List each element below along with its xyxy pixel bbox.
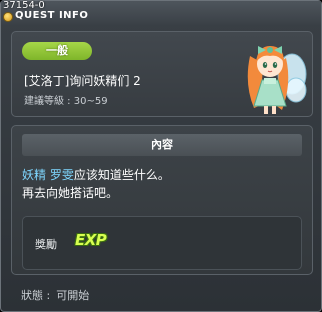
status-value: 可開始 <box>56 289 90 302</box>
quest-summary-panel: 一般 [艾洛丁]询问妖精们 2 建議等級 : 30~59 <box>11 31 313 117</box>
quest-info-window: 37154-0 QUEST INFO 一般 [艾洛丁]询问妖精们 2 建議等級 … <box>0 0 322 312</box>
quest-name: [艾洛丁]询问妖精们 2 <box>24 74 141 88</box>
description-line-1: 妖精 罗雯应该知道些什么。 <box>22 166 302 184</box>
description-line-1-text: 应该知道些什么。 <box>73 168 170 182</box>
status-label: 狀態 : <box>21 289 51 302</box>
quest-grade-badge: 一般 <box>22 42 92 60</box>
window-title: QUEST INFO <box>15 10 89 21</box>
fairy-npc-portrait <box>247 46 307 114</box>
content-header: 內容 <box>22 134 302 156</box>
reward-label: 獎勵 <box>35 238 57 251</box>
quest-status: 狀態 : 可開始 <box>21 287 89 303</box>
description-line-2: 再去向她搭话吧。 <box>22 186 119 200</box>
quest-level-range: 建議等級 : 30~59 <box>24 96 108 107</box>
reward-box: 獎勵 EXP <box>22 216 302 270</box>
npc-label[interactable]: 妖精 <box>22 168 46 182</box>
quest-description: 妖精 罗雯应该知道些什么。 再去向她搭话吧。 <box>22 166 302 202</box>
title-bar[interactable]: 37154-0 QUEST INFO <box>1 0 321 25</box>
quest-coin-icon <box>3 12 13 22</box>
npc-name[interactable]: 罗雯 <box>50 168 74 182</box>
exp-icon[interactable]: EXP <box>75 231 113 253</box>
quest-content-panel: 內容 妖精 罗雯应该知道些什么。 再去向她搭话吧。 獎勵 EXP <box>11 125 313 275</box>
